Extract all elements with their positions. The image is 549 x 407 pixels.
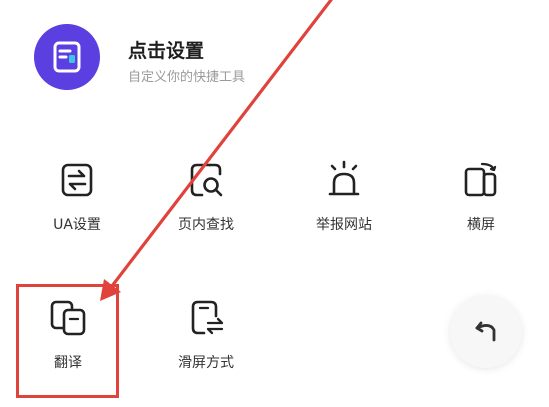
tool-swipe-mode[interactable]: 滑屏方式 bbox=[146, 298, 266, 394]
rotate-screen-icon bbox=[461, 160, 501, 200]
back-button[interactable] bbox=[450, 296, 522, 368]
tool-report-site[interactable]: 举报网站 bbox=[284, 160, 404, 256]
page-search-icon bbox=[186, 160, 226, 200]
tool-label: 页内查找 bbox=[178, 217, 234, 233]
swipe-mode-icon bbox=[186, 298, 226, 338]
back-arrow-icon bbox=[475, 321, 496, 342]
translate-icon bbox=[48, 298, 88, 338]
alarm-report-icon bbox=[324, 160, 364, 200]
header-title: 点击设置 bbox=[128, 40, 205, 62]
tool-label: 横屏 bbox=[467, 217, 495, 233]
shortcut-settings-header[interactable]: 点击设置 自定义你的快捷工具 bbox=[34, 24, 394, 94]
ua-switch-icon bbox=[57, 160, 97, 200]
tool-translate[interactable]: 翻译 bbox=[8, 298, 128, 394]
tool-label: 滑屏方式 bbox=[178, 355, 234, 371]
tool-label: 翻译 bbox=[54, 355, 82, 371]
settings-card-icon bbox=[34, 24, 100, 90]
tool-label: 举报网站 bbox=[316, 217, 372, 233]
tool-ua-settings[interactable]: UA设置 bbox=[17, 160, 137, 256]
tool-label: UA设置 bbox=[53, 217, 101, 233]
header-subtitle: 自定义你的快捷工具 bbox=[128, 70, 246, 85]
tool-find-in-page[interactable]: 页内查找 bbox=[146, 160, 266, 256]
tool-landscape[interactable]: 横屏 bbox=[421, 160, 541, 256]
